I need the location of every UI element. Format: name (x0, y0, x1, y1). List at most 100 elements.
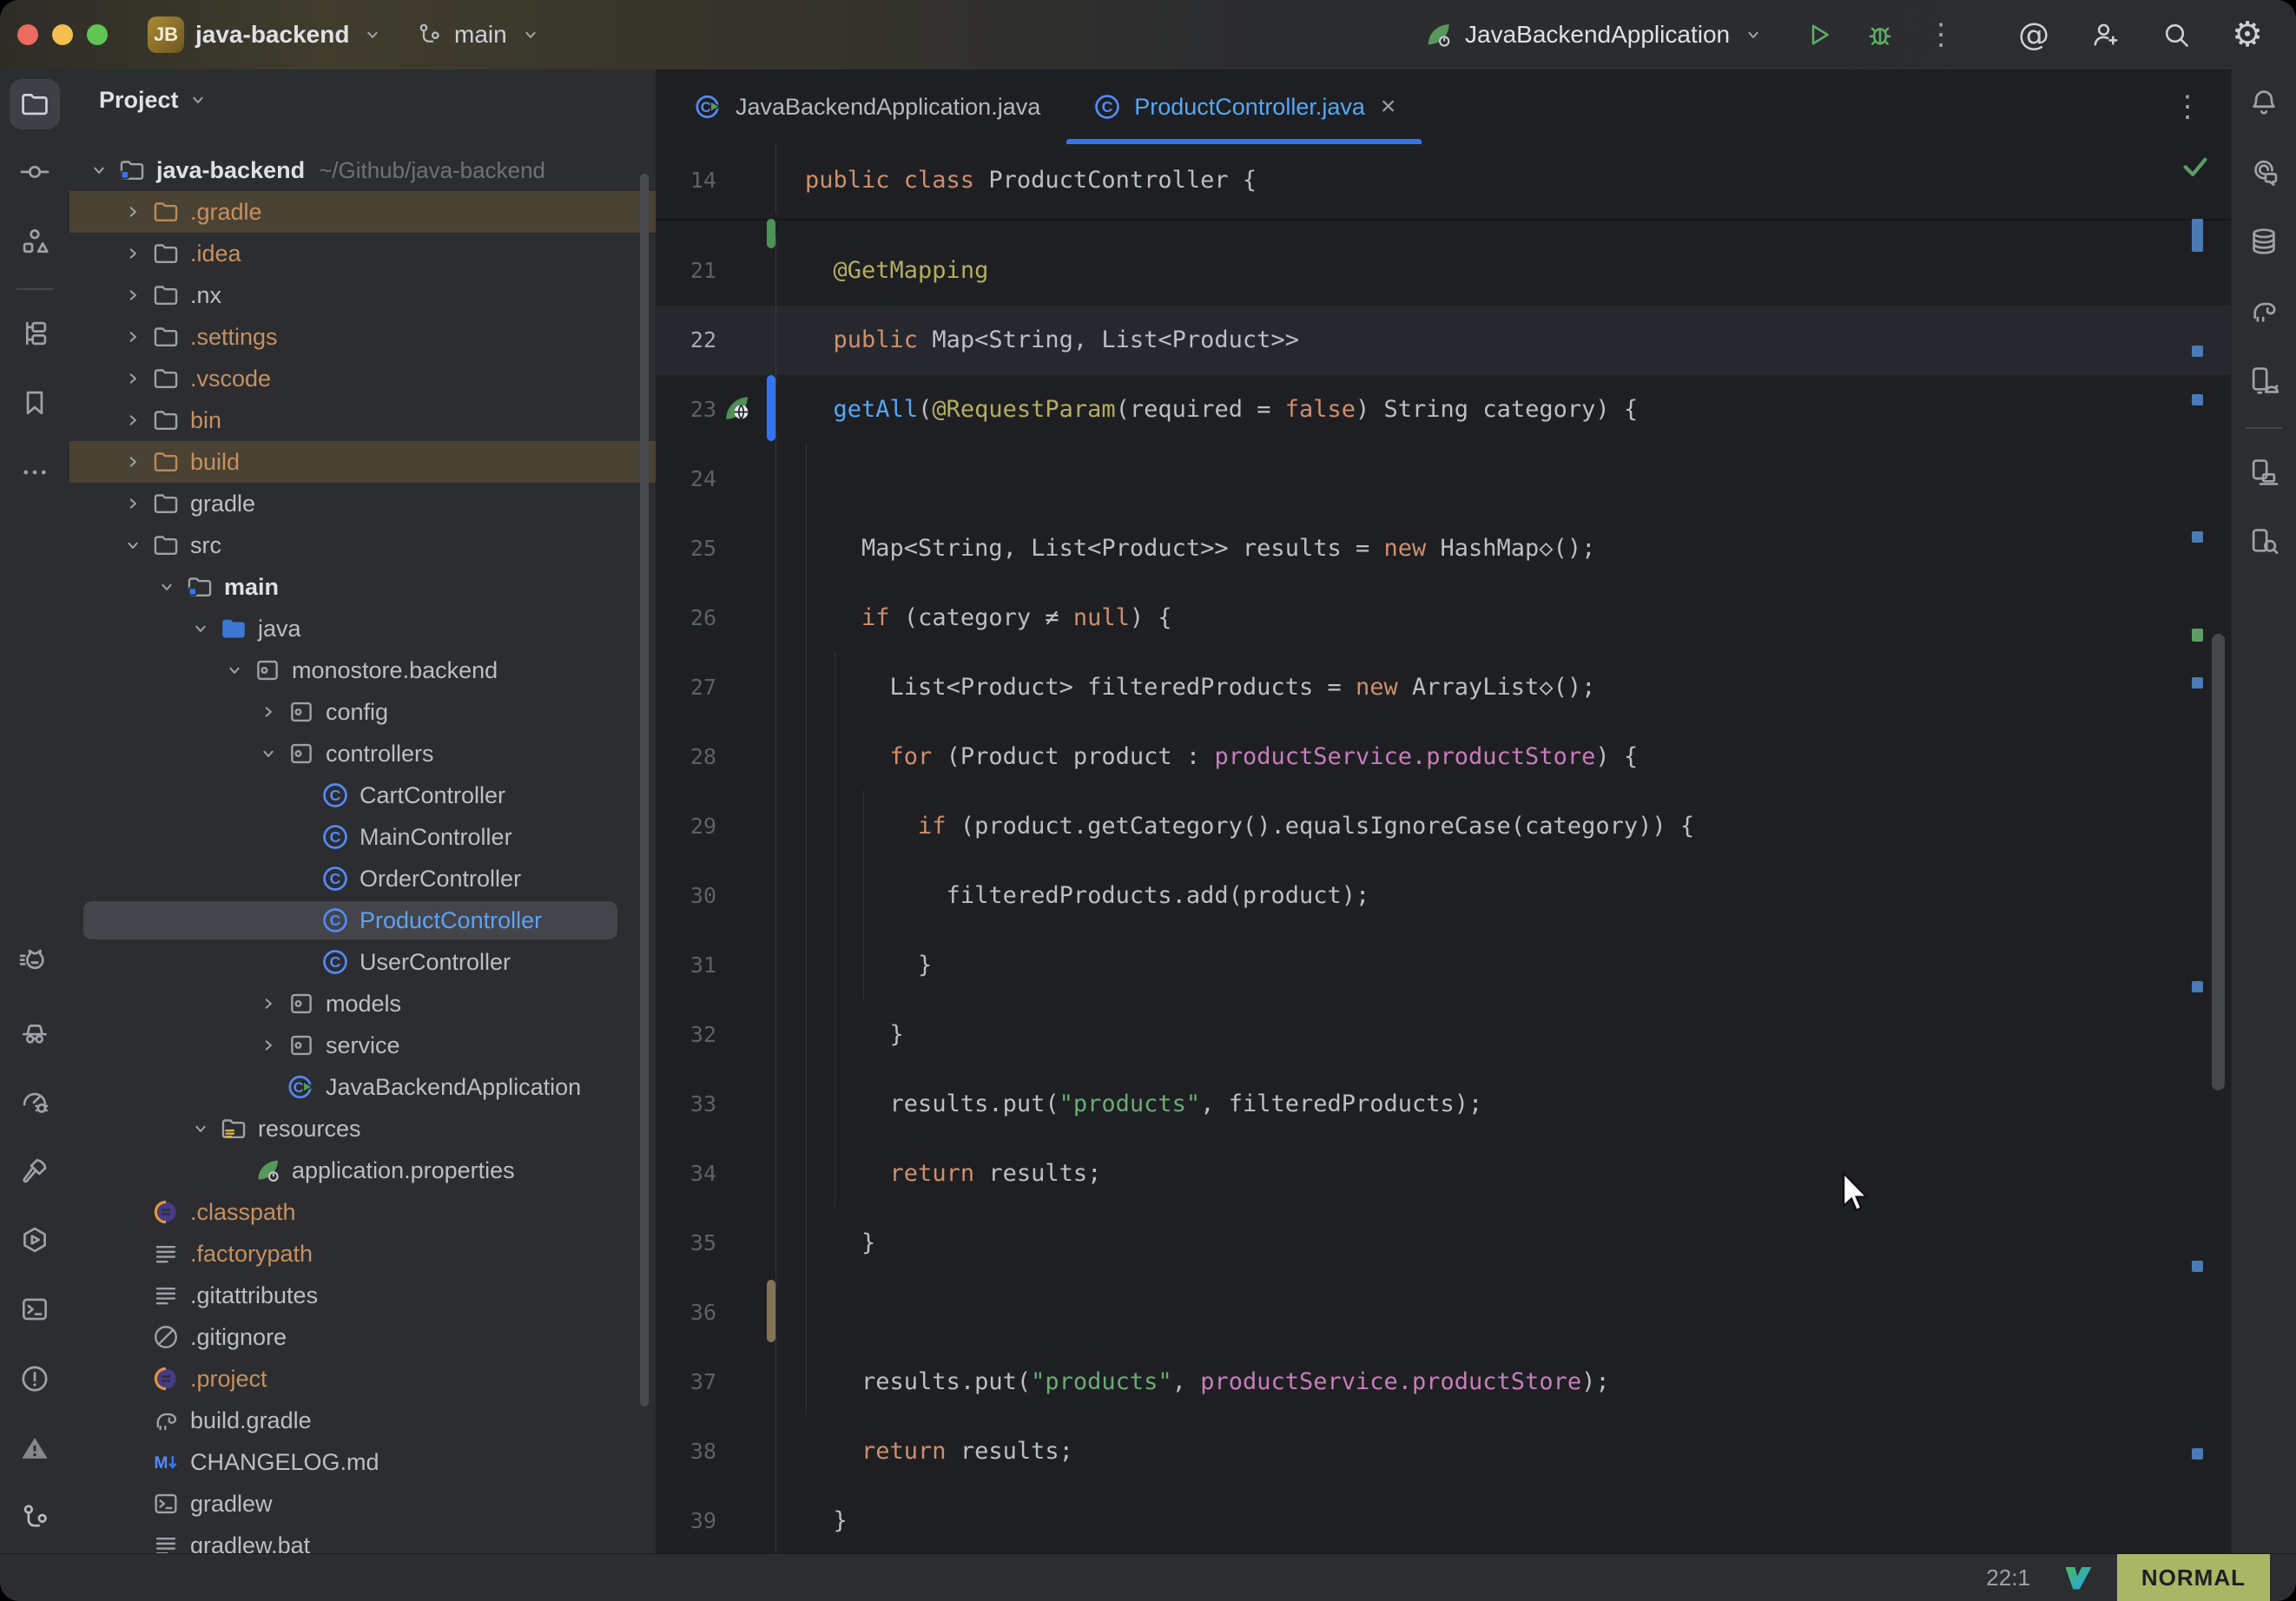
line-number[interactable]: 14 (656, 144, 716, 214)
chevron-right-icon[interactable] (117, 280, 148, 311)
line-number[interactable]: 27 (656, 653, 716, 722)
editor-scrollbar[interactable] (2212, 634, 2225, 1090)
bookmarks-tool-button[interactable] (0, 370, 69, 439)
tree-item-resources[interactable]: resources (69, 1108, 656, 1150)
chevron-down-icon[interactable] (1741, 23, 1765, 47)
stripe-mark[interactable] (2192, 394, 2203, 405)
tree-item-bin[interactable]: bin (69, 399, 656, 441)
services-tool-button[interactable] (0, 1207, 69, 1276)
line-number[interactable]: 26 (656, 583, 716, 653)
incognito-tool-button[interactable] (0, 998, 69, 1068)
tab-ProductController.java[interactable]: C ProductController.java × (1066, 69, 1422, 144)
tree-item-CHANGELOG.md[interactable]: M CHANGELOG.md (69, 1441, 656, 1483)
tree-item-.factorypath[interactable]: .factorypath (69, 1233, 656, 1275)
close-window-button[interactable] (17, 24, 38, 45)
line-number[interactable]: 36 (656, 1278, 716, 1347)
close-tab-icon[interactable]: × (1381, 92, 1396, 122)
stripe-mark[interactable] (2192, 677, 2203, 688)
hammer-tool-button[interactable] (0, 1137, 69, 1207)
tree-item-gradlew.bat[interactable]: gradlew.bat (69, 1525, 656, 1554)
project-widget[interactable]: JB java-backend (148, 11, 385, 58)
problems-tool-button[interactable] (0, 1346, 69, 1415)
chevron-down-icon[interactable] (219, 655, 250, 686)
git-branch-tool-button[interactable] (0, 1485, 69, 1554)
warning-tool-button[interactable] (0, 1415, 69, 1485)
device-search-tool-button[interactable] (2232, 509, 2296, 578)
tab-options-button[interactable]: ⋮ (2173, 92, 2232, 122)
zoom-window-button[interactable] (87, 24, 108, 45)
gauge-bug-tool-button[interactable] (0, 1068, 69, 1137)
chevron-down-icon[interactable] (185, 1113, 216, 1144)
run-button[interactable] (1803, 19, 1834, 50)
tree-item-java[interactable]: java (69, 608, 656, 649)
search-icon[interactable] (2161, 19, 2192, 50)
tab-JavaBackendApplication.java[interactable]: C JavaBackendApplication.java (668, 69, 1066, 144)
chevron-down-icon[interactable] (185, 613, 216, 644)
gutter-green-marker[interactable] (767, 219, 775, 248)
line-number[interactable]: 39 (656, 1486, 716, 1554)
chevron-right-icon[interactable] (117, 196, 148, 227)
chevron-down-icon[interactable] (151, 571, 182, 603)
line-number[interactable]: 24 (656, 445, 716, 514)
project-tool-button[interactable] (0, 69, 69, 139)
chevron-right-icon[interactable] (117, 363, 148, 394)
stripe-mark[interactable] (2192, 1448, 2203, 1459)
tree-item-gradle[interactable]: gradle (69, 483, 656, 524)
add-user-icon[interactable] (2089, 19, 2121, 50)
tree-item-OrderController[interactable]: C OrderController (69, 858, 656, 899)
settings-gear-icon[interactable]: ⚙ (2232, 15, 2263, 55)
tree-item-JavaBackendApplication[interactable]: C JavaBackendApplication (69, 1066, 656, 1108)
stripe-mark[interactable] (2192, 1261, 2203, 1272)
chevron-right-icon[interactable] (253, 988, 284, 1019)
tree-item-monostore.backend[interactable]: monostore.backend (69, 649, 656, 691)
line-number[interactable]: 22 (656, 306, 716, 375)
line-number[interactable]: 28 (656, 722, 716, 792)
structure-tool-button[interactable] (0, 208, 69, 278)
terminal-tool-button[interactable] (0, 1276, 69, 1346)
chevron-down-icon[interactable] (83, 155, 115, 186)
tree-item-.gitattributes[interactable]: .gitattributes (69, 1275, 656, 1316)
chevron-right-icon[interactable] (117, 488, 148, 519)
debug-button[interactable] (1864, 19, 1896, 50)
device-android-tool-button[interactable] (2232, 347, 2296, 417)
stripe-mark[interactable] (2192, 981, 2203, 992)
tree-item-.gradle[interactable]: .gradle (69, 191, 656, 233)
tree-item-gradlew[interactable]: gradlew (69, 1483, 656, 1525)
chevron-right-icon[interactable] (253, 696, 284, 728)
gutter-blue-marker[interactable] (767, 375, 775, 441)
gutter-brown-marker[interactable] (767, 1280, 775, 1342)
line-number[interactable]: 31 (656, 931, 716, 1000)
line-number[interactable]: 33 (656, 1070, 716, 1139)
spring-endpoint-icon[interactable] (722, 392, 753, 428)
line-number[interactable]: 32 (656, 1000, 716, 1070)
stripe-mark[interactable] (2192, 219, 2203, 252)
chevron-right-icon[interactable] (117, 446, 148, 478)
minimize-window-button[interactable] (52, 24, 73, 45)
line-number[interactable]: 38 (656, 1417, 716, 1486)
stripe-mark[interactable] (2192, 346, 2203, 357)
line-number[interactable]: 29 (656, 792, 716, 861)
tree-item-src[interactable]: src (69, 524, 656, 566)
ai-cat-tool-button[interactable] (0, 929, 69, 998)
chevron-down-icon[interactable] (253, 738, 284, 769)
tree-item-build[interactable]: build (69, 441, 656, 483)
chevron-right-icon[interactable] (117, 238, 148, 269)
tree-item-.nx[interactable]: .nx (69, 274, 656, 316)
notifications-tool-button[interactable] (2232, 69, 2296, 139)
caret-position[interactable]: 22:1 (1986, 1565, 2030, 1591)
line-number[interactable]: 25 (656, 514, 716, 583)
tree-item-.gitignore[interactable]: .gitignore (69, 1316, 656, 1358)
tree-item-java-backend[interactable]: java-backend~/Github/java-backend (69, 149, 656, 191)
line-number[interactable]: 23 (656, 375, 716, 445)
stripe-mark[interactable] (2192, 629, 2203, 642)
more-tool-button[interactable] (0, 439, 69, 509)
tree-item-.idea[interactable]: .idea (69, 233, 656, 274)
tree-item-service[interactable]: service (69, 1025, 656, 1066)
tree-item-models[interactable]: models (69, 983, 656, 1025)
tree-scrollbar[interactable] (640, 174, 649, 1407)
chevron-right-icon[interactable] (117, 321, 148, 352)
chevron-right-icon[interactable] (117, 405, 148, 436)
tree-item-MainController[interactable]: C MainController (69, 816, 656, 858)
tree-item-.settings[interactable]: .settings (69, 316, 656, 358)
tree-item-main[interactable]: main (69, 566, 656, 608)
